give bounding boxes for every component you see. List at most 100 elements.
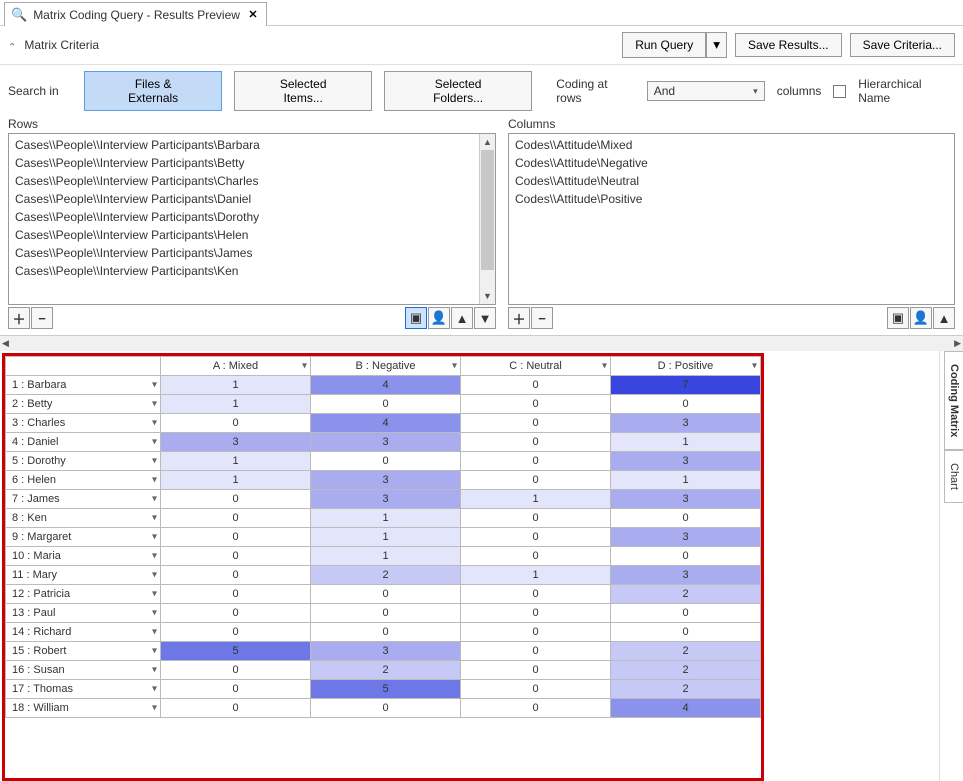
- scroll-up-icon[interactable]: ▲: [480, 134, 495, 150]
- filter-icon[interactable]: ▾: [152, 399, 157, 410]
- row-header[interactable]: 10 : Maria▾: [6, 547, 161, 566]
- column-header[interactable]: B : Negative▾: [311, 357, 461, 376]
- grid-cell[interactable]: 3: [611, 566, 761, 585]
- filter-icon[interactable]: ▾: [152, 437, 157, 448]
- user-tool-button-cols[interactable]: 👤: [910, 307, 932, 329]
- grid-cell[interactable]: 3: [311, 433, 461, 452]
- grid-cell[interactable]: 0: [461, 414, 611, 433]
- grid-cell[interactable]: 0: [311, 699, 461, 718]
- table-row[interactable]: 16 : Susan▾0202: [6, 661, 761, 680]
- tab-close-button[interactable]: ✕: [246, 8, 260, 22]
- row-header[interactable]: 4 : Daniel▾: [6, 433, 161, 452]
- filter-icon[interactable]: ▾: [152, 532, 157, 543]
- save-results-button[interactable]: Save Results...: [735, 33, 842, 57]
- grid-cell[interactable]: 0: [161, 547, 311, 566]
- filter-icon[interactable]: ▾: [152, 475, 157, 486]
- grid-cell[interactable]: 0: [161, 585, 311, 604]
- grid-cell[interactable]: 5: [161, 642, 311, 661]
- grid-cell[interactable]: 0: [161, 414, 311, 433]
- grid-cell[interactable]: 2: [311, 661, 461, 680]
- remove-row-button[interactable]: −: [31, 307, 53, 329]
- filter-icon[interactable]: ▾: [152, 627, 157, 638]
- list-item[interactable]: Cases\\People\\Interview Participants\Do…: [15, 210, 489, 224]
- table-row[interactable]: 18 : William▾0004: [6, 699, 761, 718]
- grid-cell[interactable]: 0: [611, 509, 761, 528]
- grid-cell[interactable]: 0: [461, 509, 611, 528]
- collapse-icon[interactable]: ⌄: [8, 40, 16, 51]
- grid-cell[interactable]: 3: [311, 471, 461, 490]
- scroll-thumb[interactable]: [481, 150, 494, 270]
- grid-cell[interactable]: 0: [461, 547, 611, 566]
- list-item[interactable]: Codes\\Attitude\Mixed: [515, 138, 948, 152]
- grid-cell[interactable]: 0: [461, 471, 611, 490]
- row-header[interactable]: 17 : Thomas▾: [6, 680, 161, 699]
- filter-icon[interactable]: ▾: [152, 665, 157, 676]
- row-header[interactable]: 11 : Mary▾: [6, 566, 161, 585]
- tab-coding-matrix[interactable]: Coding Matrix: [944, 351, 963, 450]
- table-row[interactable]: 10 : Maria▾0100: [6, 547, 761, 566]
- grid-cell[interactable]: 0: [161, 604, 311, 623]
- grid-cell[interactable]: 0: [161, 509, 311, 528]
- table-row[interactable]: 15 : Robert▾5302: [6, 642, 761, 661]
- table-row[interactable]: 8 : Ken▾0100: [6, 509, 761, 528]
- grid-cell[interactable]: 4: [311, 376, 461, 395]
- row-header[interactable]: 3 : Charles▾: [6, 414, 161, 433]
- list-item[interactable]: Codes\\Attitude\Positive: [515, 192, 948, 206]
- files-externals-button[interactable]: Files & Externals: [84, 71, 222, 111]
- grid-cell[interactable]: 1: [311, 547, 461, 566]
- grid-cell[interactable]: 0: [161, 490, 311, 509]
- list-item[interactable]: Cases\\People\\Interview Participants\He…: [15, 228, 489, 242]
- row-header[interactable]: 5 : Dorothy▾: [6, 452, 161, 471]
- table-row[interactable]: 5 : Dorothy▾1003: [6, 452, 761, 471]
- row-header[interactable]: 1 : Barbara▾: [6, 376, 161, 395]
- grid-cell[interactable]: 0: [461, 604, 611, 623]
- operator-combo[interactable]: And ▾: [647, 81, 765, 101]
- hierarchical-checkbox[interactable]: [833, 85, 846, 98]
- grid-cell[interactable]: 0: [461, 642, 611, 661]
- grid-cell[interactable]: 2: [611, 661, 761, 680]
- columns-listbox[interactable]: Codes\\Attitude\MixedCodes\\Attitude\Neg…: [508, 133, 955, 305]
- grid-cell[interactable]: 0: [461, 661, 611, 680]
- filter-icon[interactable]: ▾: [152, 684, 157, 695]
- row-header[interactable]: 16 : Susan▾: [6, 661, 161, 680]
- filter-icon[interactable]: ▾: [152, 380, 157, 391]
- grid-cell[interactable]: 3: [611, 490, 761, 509]
- filter-icon[interactable]: ▾: [152, 551, 157, 562]
- table-row[interactable]: 11 : Mary▾0213: [6, 566, 761, 585]
- table-row[interactable]: 7 : James▾0313: [6, 490, 761, 509]
- grid-cell[interactable]: 1: [161, 376, 311, 395]
- add-row-button[interactable]: ＋: [8, 307, 30, 329]
- grid-cell[interactable]: 2: [611, 642, 761, 661]
- move-up-button-cols[interactable]: ▲: [933, 307, 955, 329]
- table-row[interactable]: 9 : Margaret▾0103: [6, 528, 761, 547]
- scroll-down-icon[interactable]: ▼: [480, 288, 495, 304]
- table-row[interactable]: 2 : Betty▾1000: [6, 395, 761, 414]
- grid-cell[interactable]: 0: [311, 623, 461, 642]
- table-row[interactable]: 3 : Charles▾0403: [6, 414, 761, 433]
- grid-cell[interactable]: 0: [461, 376, 611, 395]
- grid-cell[interactable]: 0: [461, 528, 611, 547]
- filter-icon[interactable]: ▾: [152, 456, 157, 467]
- grid-cell[interactable]: 1: [311, 528, 461, 547]
- row-header[interactable]: 8 : Ken▾: [6, 509, 161, 528]
- grid-cell[interactable]: 2: [611, 680, 761, 699]
- save-criteria-button[interactable]: Save Criteria...: [850, 33, 955, 57]
- grid-cell[interactable]: 0: [461, 433, 611, 452]
- filter-icon[interactable]: ▾: [752, 361, 757, 372]
- selected-folders-button[interactable]: Selected Folders...: [384, 71, 532, 111]
- table-row[interactable]: 14 : Richard▾0000: [6, 623, 761, 642]
- list-item[interactable]: Cases\\People\\Interview Participants\Be…: [15, 156, 489, 170]
- run-query-button[interactable]: Run Query: [622, 32, 706, 58]
- list-item[interactable]: Cases\\People\\Interview Participants\Ch…: [15, 174, 489, 188]
- grid-cell[interactable]: 4: [311, 414, 461, 433]
- row-header[interactable]: 9 : Margaret▾: [6, 528, 161, 547]
- remove-col-button[interactable]: −: [531, 307, 553, 329]
- grid-cell[interactable]: 0: [311, 604, 461, 623]
- filter-icon[interactable]: ▾: [452, 361, 457, 372]
- grid-cell[interactable]: 0: [311, 395, 461, 414]
- scroll-left-icon[interactable]: ◀: [2, 338, 9, 349]
- grid-cell[interactable]: 0: [311, 585, 461, 604]
- selected-items-button[interactable]: Selected Items...: [234, 71, 372, 111]
- grid-cell[interactable]: 3: [611, 414, 761, 433]
- grid-cell[interactable]: 0: [161, 623, 311, 642]
